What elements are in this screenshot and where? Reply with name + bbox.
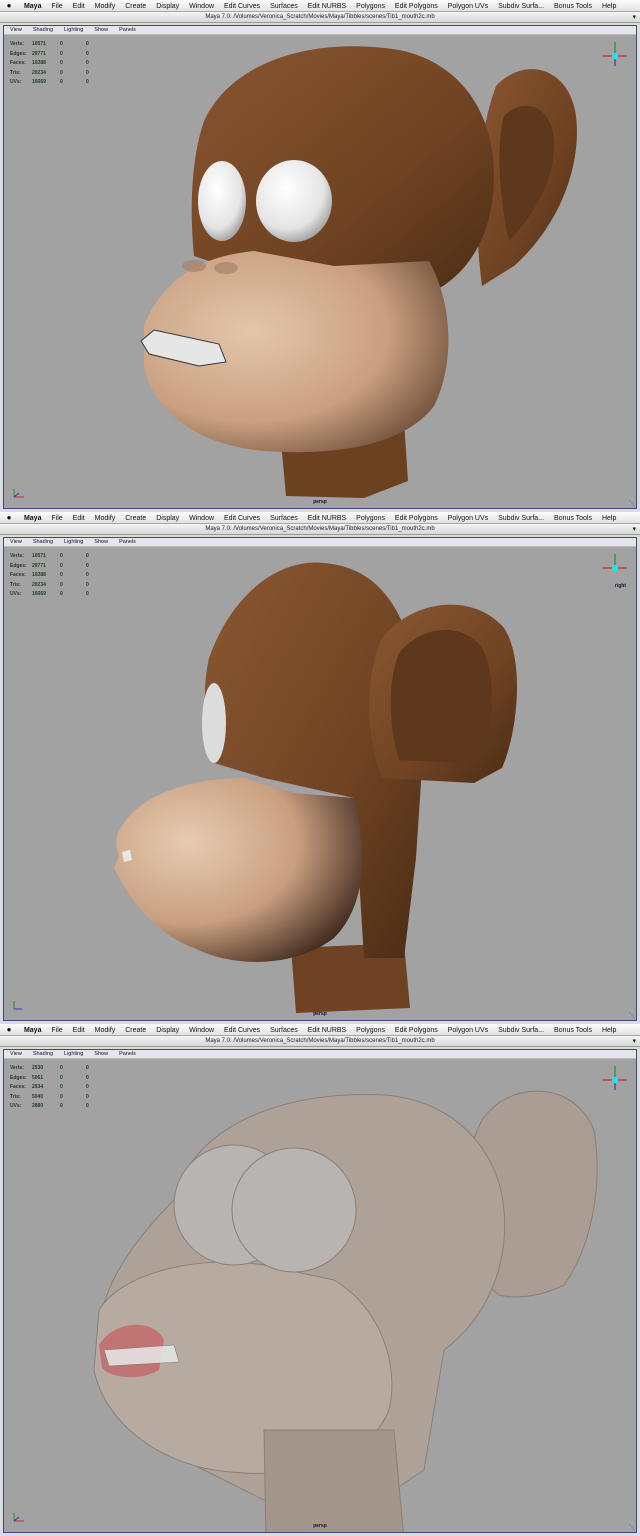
viewport-menu-lighting[interactable]: Lighting xyxy=(58,1050,88,1059)
viewport-menu: View Shading Lighting Show Panels xyxy=(4,1050,636,1059)
apple-menu-icon[interactable]: ● xyxy=(0,512,18,524)
camera-label: persp xyxy=(313,499,327,505)
window-titlebar[interactable]: Maya 7.0: /Volumes/Veronica_Scratch/Movi… xyxy=(0,524,640,535)
monkey-head-xray-render xyxy=(93,1090,598,1532)
viewport-menu: View Shading Lighting Show Panels xyxy=(4,538,636,547)
window-title: Maya 7.0: /Volumes/Veronica_Scratch/Movi… xyxy=(205,1038,435,1044)
window-title: Maya 7.0: /Volumes/Veronica_Scratch/Movi… xyxy=(205,526,435,532)
viewport-menu-show[interactable]: Show xyxy=(88,26,113,35)
mac-menubar: ● Maya File Edit Modify Create Display W… xyxy=(0,1024,640,1036)
viewport-menu: View Shading Lighting Show Panels xyxy=(4,26,636,35)
axis-indicator-icon xyxy=(13,1513,24,1522)
maya-window-3: ● Maya File Edit Modify Create Display W… xyxy=(0,1024,640,1536)
eye-right-shape xyxy=(231,1147,357,1273)
axis-indicator-icon xyxy=(13,1001,22,1010)
viewport-menu-shading[interactable]: Shading xyxy=(27,538,58,547)
eye-left-shape xyxy=(198,161,246,241)
ear-inner-shape xyxy=(390,629,492,763)
neck-shape xyxy=(263,1429,404,1532)
poly-count-hud: Verts: 2530 0 0 Edges: 5061 0 0 Faces: 2534 0 0 T… xyxy=(10,1065,89,1109)
resize-handle-icon[interactable]: ⋱ xyxy=(629,1524,635,1531)
face-skin-shape xyxy=(114,778,363,962)
mac-menubar: ● Maya File Edit Modify Create Display W… xyxy=(0,512,640,524)
mac-menubar: ● Maya File Edit Modify Create Display W… xyxy=(0,0,640,12)
view-cube-icon[interactable] xyxy=(600,38,630,72)
apple-menu-icon[interactable]: ● xyxy=(0,0,18,12)
monkey-head-side-render xyxy=(114,562,517,1013)
viewport-menu-view[interactable]: View xyxy=(4,538,27,547)
monkey-head-render xyxy=(140,46,577,498)
viewport-menu-view[interactable]: View xyxy=(4,1050,27,1059)
xray-viewport[interactable]: View Shading Lighting Show Panels Verts: 2530… xyxy=(3,1049,637,1533)
viewport-menu-shading[interactable]: Shading xyxy=(27,26,58,35)
viewport-menu-shading[interactable]: Shading xyxy=(27,1050,58,1059)
window-titlebar[interactable]: Maya 7.0: /Volumes/Veronica_Scratch/Movi… xyxy=(0,1036,640,1047)
zoom-arrow-icon[interactable]: ▾ xyxy=(632,524,636,535)
poly-count-hud: Verts: 10571 0 0 Edges: 29771 0 0 Faces: 10288 0… xyxy=(10,553,89,597)
zoom-arrow-icon[interactable]: ▾ xyxy=(632,12,636,23)
camera-label: persp xyxy=(313,1523,327,1529)
viewport-menu-panels[interactable]: Panels xyxy=(113,1050,141,1059)
camera-label: persp xyxy=(313,1011,327,1017)
viewport-menu-panels[interactable]: Panels xyxy=(113,26,141,35)
resize-handle-icon[interactable]: ⋱ xyxy=(629,1012,635,1019)
window-titlebar[interactable]: Maya 7.0: /Volumes/Veronica_Scratch/Movi… xyxy=(0,12,640,23)
viewport-menu-lighting[interactable]: Lighting xyxy=(58,538,88,547)
eye-shape xyxy=(202,683,226,763)
eye-right-shape xyxy=(256,160,332,242)
view-cube-icon[interactable] xyxy=(600,550,630,584)
viewport-menu-show[interactable]: Show xyxy=(88,538,113,547)
window-title: Maya 7.0: /Volumes/Veronica_Scratch/Movi… xyxy=(205,14,435,20)
maya-window-2: ● Maya File Edit Modify Create Display W… xyxy=(0,512,640,1024)
viewport-menu-show[interactable]: Show xyxy=(88,1050,113,1059)
axis-indicator-icon xyxy=(13,489,24,498)
side-viewport[interactable]: View Shading Lighting Show Panels Verts: 1057… xyxy=(3,537,637,1021)
viewport-menu-view[interactable]: View xyxy=(4,26,27,35)
view-cube-icon[interactable] xyxy=(600,1062,630,1096)
view-direction-label: right xyxy=(614,583,626,589)
viewport-menu-panels[interactable]: Panels xyxy=(113,538,141,547)
apple-menu-icon[interactable]: ● xyxy=(0,1024,18,1036)
maya-window-1: ● Maya File Edit Modify Create Display W… xyxy=(0,0,640,512)
viewport-menu-lighting[interactable]: Lighting xyxy=(58,26,88,35)
resize-handle-icon[interactable]: ⋱ xyxy=(629,500,635,507)
zoom-arrow-icon[interactable]: ▾ xyxy=(632,1036,636,1047)
perspective-viewport[interactable]: View Shading Lighting Show Panels Verts: 1057… xyxy=(3,25,637,509)
poly-count-hud: Verts: 10571 0 0 Edges: 29771 0 0 Faces: 10288 0… xyxy=(10,41,89,85)
